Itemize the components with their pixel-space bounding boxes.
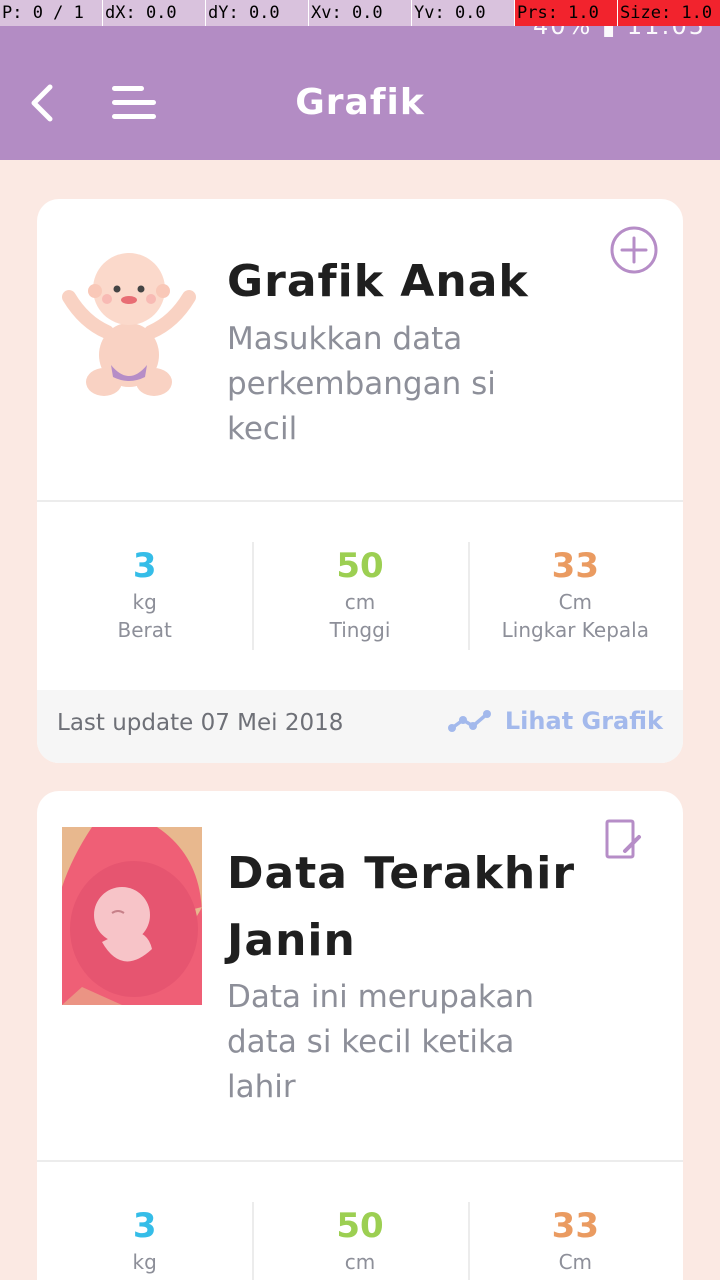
card-title-line1: Data Terakhir <box>227 848 576 899</box>
fetus-data-card: Data Terakhir Janin Data ini merupakan d… <box>37 791 683 1280</box>
plus-circle-icon <box>610 226 658 274</box>
app-header: Grafik <box>0 26 720 160</box>
baby-illustration <box>62 253 196 396</box>
stats-row: 3 kg 50 cm 33 Cm <box>37 1202 683 1280</box>
stat-weight: 3 kg Berat <box>37 542 252 650</box>
debug-pressure: Prs: 1.0 <box>515 0 618 26</box>
stat-value: 3 <box>132 1206 157 1246</box>
debug-dx: dX: 0.0 <box>103 0 206 26</box>
debug-pointer: P: 0 / 1 <box>0 0 103 26</box>
debug-xv: Xv: 0.0 <box>309 0 412 26</box>
stat-height: 50 cm <box>252 1202 467 1280</box>
stat-head-circumference: 33 Cm Lingkar Kepala <box>467 542 683 650</box>
add-data-button[interactable] <box>609 225 659 275</box>
card-description: Masukkan data perkembangan si kecil <box>227 321 496 447</box>
card-description: Data ini merupakan data si kecil ketika … <box>227 979 534 1105</box>
stat-label: Berat <box>117 618 172 642</box>
stats-row: 3 kg Berat 50 cm Tinggi 33 Cm Lingkar Ke… <box>37 542 683 650</box>
edit-icon <box>605 819 641 859</box>
edit-data-button[interactable] <box>603 817 653 867</box>
page-title: Grafik <box>295 82 425 123</box>
card-divider <box>37 1160 683 1162</box>
card-title: Grafik Anak <box>227 256 529 307</box>
stat-head-circumference: 33 Cm <box>467 1202 683 1280</box>
stat-value: 3 <box>132 546 157 586</box>
view-chart-link[interactable]: Lihat Grafik <box>447 707 663 735</box>
card-title-line2: Janin <box>227 915 356 966</box>
stat-value: 33 <box>551 546 599 586</box>
view-chart-label: Lihat Grafik <box>504 707 663 735</box>
pregnant-belly-illustration <box>62 827 202 1005</box>
debug-size: Size: 1.0 <box>618 0 720 26</box>
pointer-debug-bar: P: 0 / 1 dX: 0.0 dY: 0.0 Xv: 0.0 Yv: 0.0… <box>0 0 720 26</box>
debug-dy: dY: 0.0 <box>206 0 309 26</box>
stat-unit: kg <box>132 590 157 614</box>
stat-height: 50 cm Tinggi <box>252 542 467 650</box>
screen: P: 0 / 1 dX: 0.0 dY: 0.0 Xv: 0.0 Yv: 0.0… <box>0 0 720 1280</box>
last-update-text: Last update 07 Mei 2018 <box>57 710 344 736</box>
child-chart-card: Grafik Anak Masukkan data perkembangan s… <box>37 199 683 763</box>
card-divider <box>37 500 683 502</box>
line-chart-icon <box>447 710 491 732</box>
stat-unit: cm <box>344 1250 376 1274</box>
stat-unit: Cm <box>558 1250 593 1274</box>
stat-unit: cm <box>344 590 376 614</box>
stat-label: Lingkar Kepala <box>501 618 649 642</box>
stat-unit: Cm <box>558 590 593 614</box>
stat-value: 50 <box>336 1206 384 1246</box>
stat-label: Tinggi <box>329 618 391 642</box>
stat-unit: kg <box>132 1250 157 1274</box>
debug-yv: Yv: 0.0 <box>412 0 515 26</box>
stat-value: 50 <box>336 546 384 586</box>
stat-value: 33 <box>551 1206 599 1246</box>
stat-weight: 3 kg <box>37 1202 252 1280</box>
card-footer: Last update 07 Mei 2018 Lihat Grafik <box>37 690 683 763</box>
